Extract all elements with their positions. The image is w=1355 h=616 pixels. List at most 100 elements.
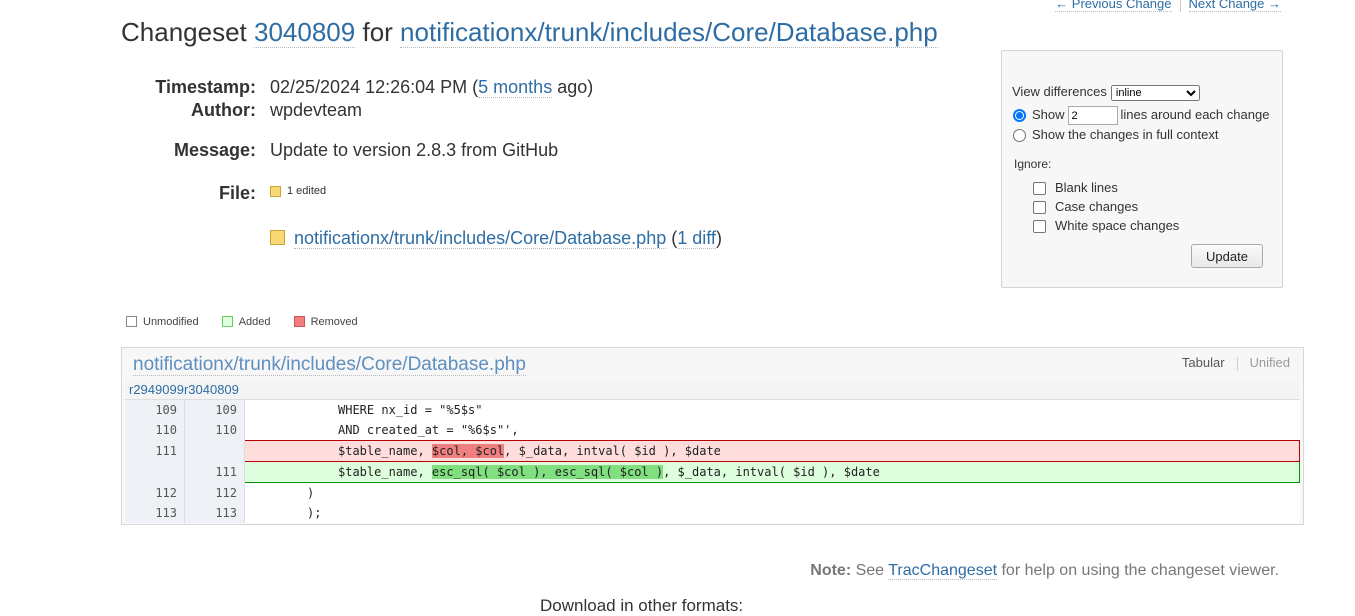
ignore-case-row: Case changes [1033,199,1139,215]
file-diff: notificationx/trunk/includes/Core/Databa… [121,347,1304,525]
code-post: , $_data, intval( $id ), $date [663,465,880,479]
new-revision-link[interactable]: r3040809 [184,382,239,397]
diff-line: 110 110 AND created_at = "%6$s"', [125,420,1300,441]
ignore-whitespace-row: White space changes [1033,218,1180,234]
next-change-link[interactable]: Next Change → [1188,0,1281,12]
diff-file-link[interactable]: notificationx/trunk/includes/Core/Databa… [133,354,526,376]
author-label: Author: [191,100,256,120]
legend-removed: Removed [293,315,358,328]
added-line: 111 $table_name, esc_sql( $col ), esc_sq… [125,461,1300,483]
download-heading: Download in other formats: [540,596,744,615]
view-differences-label: View differences [1012,84,1107,99]
diff-revisions-header: r2949099r3040809 [125,380,1300,400]
diff-body: 109 109 WHERE nx_id = "%5$s" 110 110 AND… [125,399,1300,523]
show-context-radio[interactable] [1013,109,1026,122]
files-summary: 1 edited [270,185,326,197]
code-post: , $_data, intval( $id ), $date [504,444,721,458]
view-style-select[interactable]: inline [1110,84,1200,101]
message-value: Update to version 2.8.3 from GitHub [270,140,559,160]
view-separator [1236,356,1238,371]
previous-change-link[interactable]: ← Previous Change [1055,0,1172,12]
diff-line: 113 113 ); [125,503,1300,523]
legend-removed-swatch [293,315,305,327]
legend-unmodified-label: Unmodified [143,316,199,328]
legend-unmodified: Unmodified [126,315,199,328]
timeline-link[interactable]: 5 months [478,77,553,98]
show-label: Show [1032,106,1065,122]
file-entry: notificationx/trunk/includes/Core/Databa… [270,228,722,249]
removed-text: $col, $col [431,444,505,458]
note-see: See [855,562,885,579]
note-bold: Note: [810,562,852,579]
author-value: wpdevteam [270,100,363,120]
diff-view-switch: Tabular Unified [1182,355,1290,371]
old-line-number: 113 [125,503,185,523]
old-line-number: 109 [125,399,185,420]
path-link[interactable]: notificationx/trunk/includes/Core/Databa… [400,17,938,48]
nav-separator [1179,0,1181,12]
files-summary-text: 1 edited [287,185,327,197]
ignore-blank-label: Blank lines [1055,180,1118,195]
revision-link[interactable]: 3040809 [254,17,356,48]
diff-table: r2949099r3040809 109 109 WHERE nx_id = "… [125,380,1300,523]
tabular-view-link[interactable]: Tabular [1182,355,1225,370]
file-diff-link[interactable]: 1 diff [677,228,716,249]
ignore-label: Ignore: [1014,157,1052,171]
note-rest: for help on using the changeset viewer. [1001,562,1279,579]
old-revision-link[interactable]: r2949099 [129,382,184,397]
edited-icon [270,185,281,197]
trac-changeset-link[interactable]: TracChangeset [888,562,998,580]
timestamp-label: Timestamp: [155,77,256,97]
new-line-number: 112 [184,482,245,503]
diff-line: 112 112 ) [125,482,1300,503]
context-nav: ← Previous Change Next Change → [1055,0,1281,12]
old-line-number: 110 [125,420,185,441]
diff-legend: Unmodified Added Removed [126,315,378,328]
help-note: Note: See TracChangeset for help on usin… [810,562,1279,580]
timestamp-value: 02/25/2024 12:26:04 PM (5 months ago) [270,77,593,98]
legend-added-label: Added [238,316,271,328]
unified-view-link[interactable]: Unified [1250,355,1290,370]
legend-added: Added [221,315,271,328]
ignore-case-checkbox[interactable] [1033,201,1046,215]
diff-preferences-panel: View differencesinline Show lines around … [1001,50,1283,288]
view-differences-row: View differences inline [1012,84,1200,101]
timestamp-date: 02/25/2024 12:26:04 PM ( [270,77,479,97]
new-line-number: 113 [184,503,245,523]
old-line-number [125,461,185,483]
code-line: ); [307,506,322,520]
context-lines-input[interactable] [1067,106,1118,125]
full-context-label: Show the changes in full context [1032,127,1219,142]
ignore-case-label: Case changes [1055,199,1139,214]
code-pre: $table_name, [338,465,432,479]
legend-removed-label: Removed [310,316,358,328]
modified-file-icon [270,229,285,245]
full-context-row: Show the changes in full context [1013,127,1219,143]
code-line: AND created_at = "%6$s"', [338,423,519,437]
page-title: Changeset 3040809 for notificationx/trun… [121,17,938,48]
title-middle: for [362,17,393,47]
legend-added-swatch [221,315,233,327]
ignore-whitespace-label: White space changes [1055,218,1180,233]
ignore-blank-checkbox[interactable] [1033,182,1046,196]
file-diff-close: ) [715,228,722,248]
update-button[interactable]: Update [1191,244,1263,268]
old-line-number: 111 [125,440,185,462]
code-line: $table_name, esc_sql( $col ), esc_sql( $… [244,461,1300,483]
new-line-number: 109 [184,399,245,420]
timestamp-ago-suffix: ago) [557,77,594,97]
new-line-number: 111 [184,461,245,483]
full-context-radio[interactable] [1013,129,1026,143]
code-line: WHERE nx_id = "%5$s" [338,403,483,417]
code-line: $table_name, $col, $col, $_data, intval(… [244,440,1300,462]
diff-file-title: notificationx/trunk/includes/Core/Databa… [133,354,526,376]
new-line-number: 110 [184,420,245,441]
new-line-number [184,440,245,462]
ignore-blank-row: Blank lines [1033,180,1118,196]
ignore-whitespace-checkbox[interactable] [1033,220,1046,234]
added-text: esc_sql( $col ), esc_sql( $col ) [431,465,664,479]
message-label: Message: [173,140,256,160]
file-path-link[interactable]: notificationx/trunk/includes/Core/Databa… [294,228,667,249]
code-pre: $table_name, [338,444,432,458]
around-label: lines around each change [1120,106,1270,122]
